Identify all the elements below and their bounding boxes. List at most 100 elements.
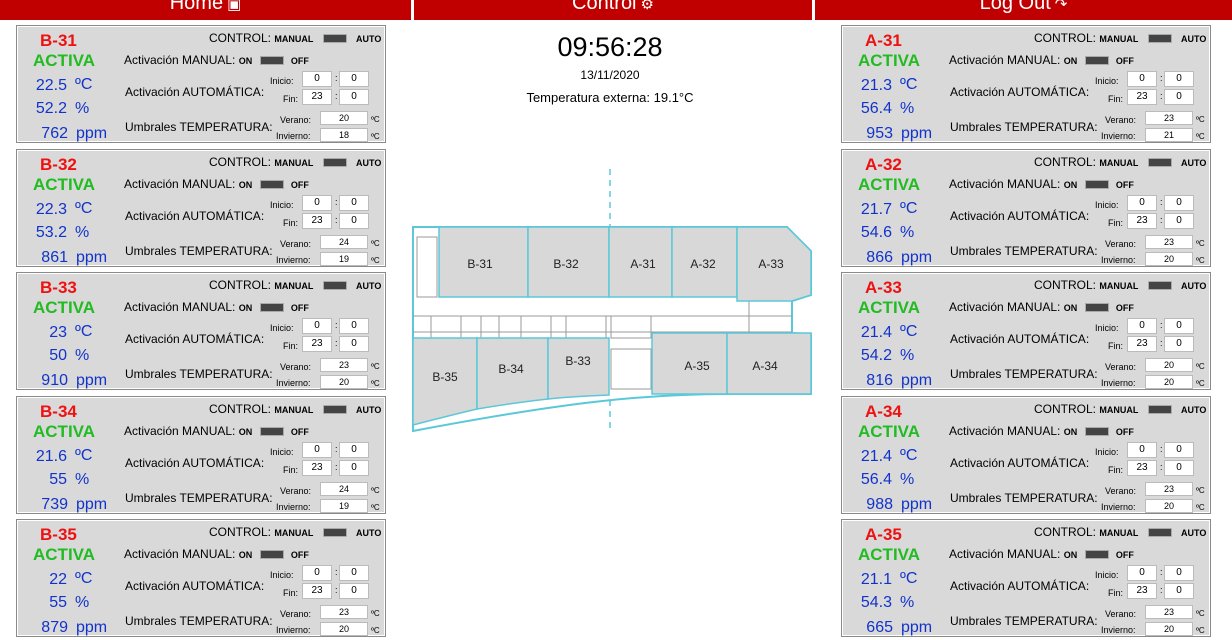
- control-mode-toggle[interactable]: [322, 34, 347, 44]
- summer-threshold-input[interactable]: 23: [1145, 605, 1193, 619]
- nav-home-button[interactable]: Home ▣: [0, 0, 411, 20]
- end-minute-input[interactable]: 0: [1164, 212, 1194, 229]
- start-hour-input[interactable]: 0: [1127, 565, 1157, 581]
- floorplan-room-b-33[interactable]: [547, 337, 610, 400]
- control-mode-toggle[interactable]: [1147, 157, 1172, 167]
- start-hour-input[interactable]: 0: [1127, 71, 1157, 87]
- start-label: Inicio:: [1095, 446, 1119, 457]
- summer-threshold-input[interactable]: 20: [320, 111, 368, 125]
- summer-threshold-input[interactable]: 23: [1145, 234, 1193, 249]
- start-hour-input[interactable]: 0: [302, 441, 332, 458]
- end-hour-input[interactable]: 23: [302, 89, 332, 105]
- start-minute-input[interactable]: 0: [1164, 194, 1194, 211]
- manual-onoff-toggle[interactable]: [1084, 303, 1109, 313]
- summer-threshold-input[interactable]: 23: [1145, 111, 1193, 125]
- summer-threshold-input[interactable]: 23: [320, 358, 368, 372]
- on-label: ON: [1063, 426, 1078, 437]
- start-minute-input[interactable]: 0: [339, 565, 369, 581]
- control-mode-toggle[interactable]: [1147, 34, 1172, 44]
- summer-label: Verano:: [280, 238, 312, 249]
- manual-onoff-toggle[interactable]: [259, 56, 284, 66]
- end-hour-input[interactable]: 23: [1127, 89, 1157, 105]
- manual-onoff-toggle[interactable]: [259, 179, 284, 189]
- end-minute-input[interactable]: 0: [339, 459, 369, 476]
- winter-threshold-input[interactable]: 20: [320, 375, 368, 389]
- summer-threshold-input[interactable]: 20: [1145, 358, 1193, 372]
- manual-onoff-toggle[interactable]: [259, 426, 284, 436]
- end-minute-input[interactable]: 0: [1164, 459, 1194, 476]
- control-mode-toggle[interactable]: [1147, 528, 1172, 538]
- start-hour-input[interactable]: 0: [302, 318, 332, 334]
- manual-onoff-toggle[interactable]: [1084, 550, 1109, 560]
- summer-threshold-input[interactable]: 23: [1145, 481, 1193, 496]
- end-hour-input[interactable]: 23: [1127, 459, 1157, 476]
- end-minute-input[interactable]: 0: [1164, 89, 1194, 105]
- start-label: Inicio:: [270, 570, 294, 580]
- winter-threshold-input[interactable]: 20: [1145, 251, 1193, 266]
- end-label: Fin:: [283, 341, 299, 351]
- end-minute-input[interactable]: 0: [339, 89, 369, 105]
- manual-onoff-toggle[interactable]: [259, 550, 284, 560]
- start-minute-input[interactable]: 0: [1164, 71, 1194, 87]
- nav-control-button[interactable]: Control ⚙: [414, 0, 812, 20]
- manual-onoff-toggle[interactable]: [1084, 426, 1109, 436]
- end-hour-input[interactable]: 23: [302, 336, 332, 352]
- humidity-value: 55: [49, 594, 67, 611]
- manual-onoff-toggle[interactable]: [259, 303, 284, 313]
- end-hour-input[interactable]: 23: [302, 212, 332, 229]
- end-hour-input[interactable]: 23: [302, 459, 332, 476]
- start-minute-input[interactable]: 0: [339, 441, 369, 458]
- summer-threshold-input[interactable]: 24: [320, 234, 368, 249]
- nav-logout-button[interactable]: Log Out ↷: [815, 0, 1232, 20]
- temperature-value: 21.4: [860, 324, 892, 341]
- start-hour-input[interactable]: 0: [302, 565, 332, 581]
- manual-activation-row: Activación MANUAL: ON OFF: [949, 424, 1134, 438]
- winter-threshold-input[interactable]: 20: [1145, 498, 1193, 513]
- winter-threshold-input[interactable]: 19: [320, 251, 368, 266]
- start-minute-input[interactable]: 0: [339, 318, 369, 334]
- room-id: B-34: [40, 401, 77, 421]
- summer-threshold-input[interactable]: 23: [320, 605, 368, 619]
- winter-threshold-input[interactable]: 20: [320, 622, 368, 636]
- start-hour-input[interactable]: 0: [302, 71, 332, 87]
- end-hour-input[interactable]: 23: [1127, 583, 1157, 599]
- winter-threshold-input[interactable]: 18: [320, 128, 368, 142]
- manual-onoff-toggle[interactable]: [1084, 179, 1109, 189]
- control-mode-toggle[interactable]: [322, 404, 347, 414]
- end-minute-input[interactable]: 0: [1164, 336, 1194, 352]
- start-minute-input[interactable]: 0: [1164, 441, 1194, 458]
- co2-value: 861: [41, 248, 68, 266]
- start-hour-input[interactable]: 0: [1127, 194, 1157, 211]
- end-minute-input[interactable]: 0: [339, 583, 369, 599]
- manual-onoff-toggle[interactable]: [1084, 56, 1109, 66]
- winter-threshold-input[interactable]: 20: [1145, 622, 1193, 636]
- winter-threshold-input[interactable]: 21: [1145, 128, 1193, 142]
- end-minute-input[interactable]: 0: [339, 212, 369, 229]
- control-mode-toggle[interactable]: [322, 528, 347, 538]
- winter-threshold-input[interactable]: 19: [320, 498, 368, 513]
- winter-label: Invierno:: [276, 131, 311, 141]
- start-minute-input[interactable]: 0: [1164, 318, 1194, 334]
- degree-unit: ºC: [371, 132, 380, 141]
- start-hour-input[interactable]: 0: [302, 194, 332, 211]
- end-hour-input[interactable]: 23: [1127, 336, 1157, 352]
- control-mode-toggle[interactable]: [322, 157, 347, 167]
- temperature-unit: ºC: [900, 570, 918, 587]
- control-mode-toggle[interactable]: [1147, 404, 1172, 414]
- room-state: ACTIVA: [858, 545, 921, 564]
- control-mode-toggle[interactable]: [1147, 281, 1172, 291]
- end-minute-input[interactable]: 0: [339, 336, 369, 352]
- start-minute-input[interactable]: 0: [339, 71, 369, 87]
- end-hour-input[interactable]: 23: [1127, 212, 1157, 229]
- start-minute-input[interactable]: 0: [1164, 565, 1194, 581]
- start-hour-input[interactable]: 0: [1127, 318, 1157, 334]
- start-hour-input[interactable]: 0: [1127, 441, 1157, 458]
- control-mode-toggle[interactable]: [322, 281, 347, 291]
- end-minute-input[interactable]: 0: [1164, 583, 1194, 599]
- summer-threshold-input[interactable]: 24: [320, 481, 368, 496]
- start-label: Inicio:: [1095, 323, 1119, 333]
- winter-threshold-input[interactable]: 20: [1145, 375, 1193, 389]
- off-label: OFF: [1115, 550, 1134, 560]
- start-minute-input[interactable]: 0: [339, 194, 369, 211]
- end-hour-input[interactable]: 23: [302, 583, 332, 599]
